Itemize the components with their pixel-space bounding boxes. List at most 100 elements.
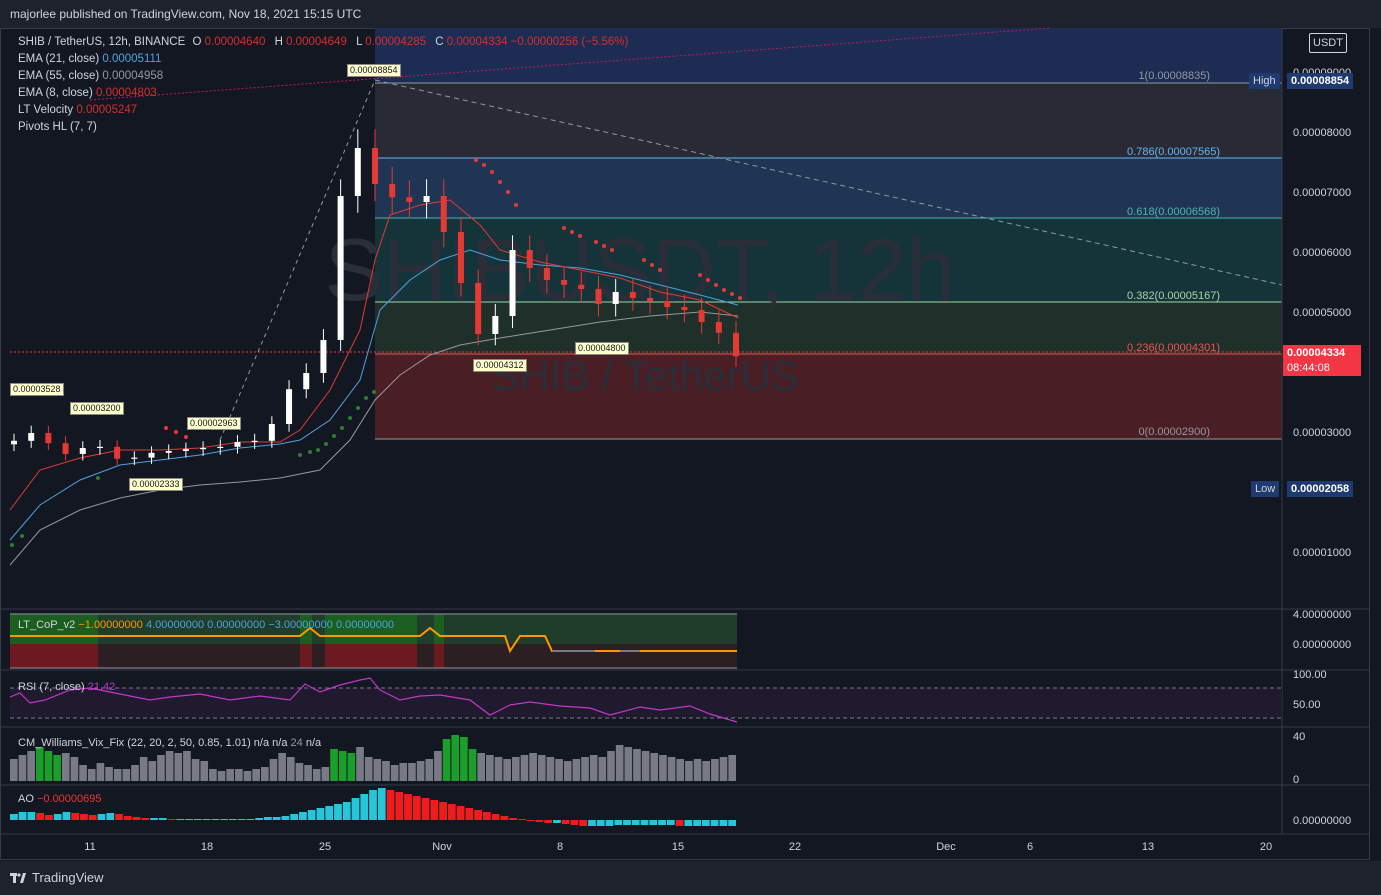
candle-up: [11, 440, 17, 445]
ao-bar: [132, 817, 141, 820]
ao-bar: [185, 819, 193, 820]
candle-up: [492, 316, 499, 334]
rsi-panel: [9, 677, 1282, 723]
candle-down: [629, 292, 636, 298]
vix-bar: [451, 735, 460, 781]
rsi-legend[interactable]: RSI (7, close) 21.42: [18, 681, 115, 693]
vix-bar: [425, 759, 434, 781]
legend-pivots[interactable]: Pivots HL (7, 7): [18, 119, 628, 136]
ao-bar: [491, 814, 500, 820]
ao-bar: [544, 820, 553, 823]
legend-ema55[interactable]: EMA (55, close) 0.00004958: [18, 68, 628, 85]
vix-bar: [183, 751, 191, 781]
ao-bar: [693, 820, 701, 826]
vix-bar: [286, 757, 295, 781]
ao-histogram: [10, 788, 736, 826]
vix-bar: [235, 769, 243, 781]
close-label: C: [435, 36, 444, 48]
candle-up: [28, 433, 35, 441]
close-value: 0.00004334: [446, 36, 508, 48]
vix-bar: [503, 759, 511, 781]
vix-bar: [624, 747, 633, 781]
vix-bar: [667, 757, 676, 781]
ao-bar: [115, 814, 123, 820]
candle-up: [268, 424, 275, 441]
candle-up: [182, 449, 189, 451]
time-tick: Dec: [936, 841, 956, 853]
vix-bar: [555, 759, 563, 781]
low-value: 0.00004285: [365, 36, 427, 48]
ao-bar: [719, 820, 728, 826]
vix-bar: [685, 761, 693, 781]
vix-bar: [711, 759, 719, 781]
ao-bar: [53, 814, 62, 820]
time-tick: 22: [789, 841, 801, 853]
ao-bar: [307, 810, 316, 820]
fib-label-0618: 0.618(0.00006568): [1127, 206, 1220, 218]
vix-bar: [295, 763, 304, 781]
cop-legend[interactable]: LT_CoP_v2 −1.00000000 4.00000000 0.00000…: [18, 619, 394, 631]
candle-up: [148, 452, 155, 458]
high-badge-label: High: [1249, 73, 1280, 89]
vix-bar: [53, 755, 61, 781]
vix-bar: [641, 751, 650, 781]
vix-bar: [139, 757, 148, 781]
vix-bar: [581, 757, 589, 781]
vix-bar: [61, 753, 70, 781]
candle-up: [320, 340, 327, 373]
candle-down: [45, 433, 52, 444]
ao-bar: [158, 818, 167, 820]
fib-label-0: 0(0.00002900): [1138, 426, 1210, 438]
vix-bar: [165, 751, 174, 781]
fib-label-1: 1(0.00008835): [1138, 70, 1210, 82]
vix-bar: [148, 761, 157, 781]
legend-lt-velocity[interactable]: LT Velocity 0.00005247: [18, 102, 628, 119]
legend-symbol-row[interactable]: SHIB / TetherUS, 12h, BINANCE O 0.000046…: [18, 34, 628, 51]
vix-bar: [347, 753, 356, 781]
vix-bar: [252, 769, 260, 781]
ao-bar: [518, 819, 526, 820]
vix-bar: [338, 751, 347, 781]
ao-bar: [421, 798, 430, 820]
price-tick: 0.00001000: [1293, 547, 1351, 559]
vix-bar: [598, 757, 607, 781]
ao-legend[interactable]: AO −0.00000695: [18, 793, 102, 805]
pivot-label: 0.00002963: [187, 417, 241, 430]
vix-bar: [659, 755, 667, 781]
vix-bar: [191, 759, 200, 781]
ao-bar: [596, 820, 605, 826]
ao-bar: [439, 802, 447, 820]
candle-down: [457, 232, 464, 283]
vix-legend[interactable]: CM_Williams_Vix_Fix (22, 20, 2, 50, 0.85…: [18, 737, 321, 749]
ao-bar: [614, 820, 623, 825]
vix-bar: [589, 755, 598, 781]
vix-bar: [113, 769, 122, 781]
vix-bar: [572, 759, 581, 781]
low-badge-label: Low: [1251, 481, 1280, 497]
ao-bar: [605, 820, 614, 826]
ao-bar: [290, 814, 299, 820]
time-tick: 6: [1027, 841, 1033, 853]
vix-bar: [44, 751, 53, 781]
vix-bar: [226, 769, 235, 781]
watermark-big: SHIBUSDT, 12h: [325, 220, 956, 319]
vix-bar: [209, 769, 217, 781]
symbol-label: SHIB / TetherUS, 12h, BINANCE: [18, 36, 186, 48]
legend-ema8[interactable]: EMA (8, close) 0.00004803: [18, 85, 628, 102]
ao-bar: [649, 820, 658, 825]
currency-button[interactable]: USDT: [1309, 33, 1347, 53]
ao-bar: [579, 820, 588, 826]
vix-bar: [607, 751, 615, 781]
brand-name: TradingView: [32, 870, 104, 885]
ao-bar: [412, 796, 421, 820]
vix-bar: [260, 767, 269, 781]
vix-bar: [122, 769, 131, 781]
legend-ema21[interactable]: EMA (21, close) 0.00005111: [18, 51, 628, 68]
ao-bar: [325, 806, 334, 820]
ao-bar: [675, 820, 684, 826]
time-tick: 13: [1142, 841, 1154, 853]
vix-bar: [35, 747, 44, 781]
vix-bar: [676, 759, 685, 781]
ao-bar: [456, 806, 465, 820]
vix-bar: [563, 761, 572, 781]
